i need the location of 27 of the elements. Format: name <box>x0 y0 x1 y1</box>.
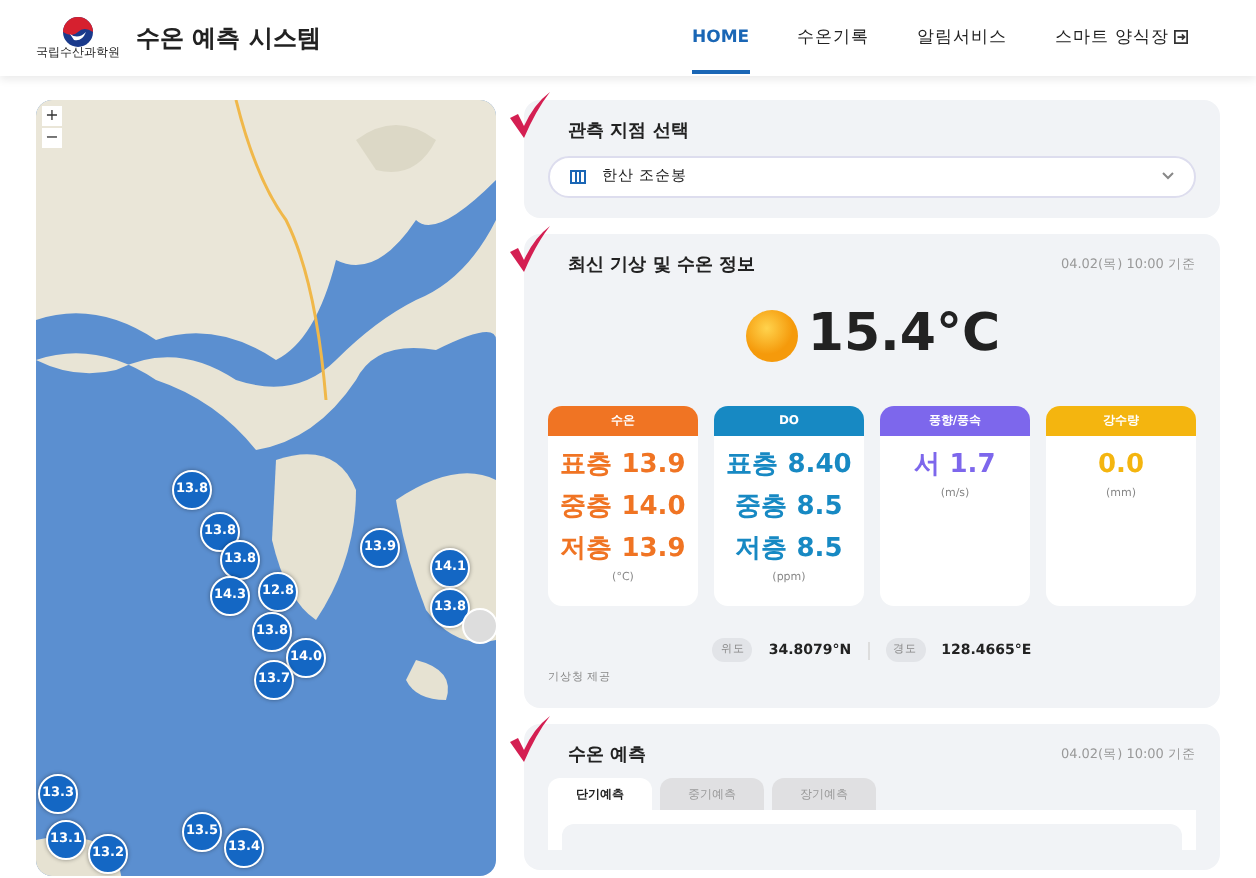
reading-value: 저층 8.5 <box>733 532 845 568</box>
reading-value: 중층 14.0 <box>558 490 688 526</box>
checkmark-icon <box>508 715 552 763</box>
app-title: 수온 예측 시스템 <box>136 22 321 56</box>
panel-title: 관측 지점 선택 <box>566 120 691 146</box>
nav-link[interactable]: HOME <box>691 1 750 75</box>
zoom-in-button[interactable]: + <box>42 106 62 126</box>
reading-value: 표층 13.9 <box>558 448 688 484</box>
reading-value: 중층 8.5 <box>733 490 845 526</box>
zoom-out-button[interactable]: − <box>42 128 62 148</box>
chevron-down-icon <box>1162 172 1174 180</box>
sun-icon <box>743 307 800 363</box>
reading-value: 저층 13.9 <box>558 532 688 568</box>
temperature-value: 15.4°C <box>807 302 1001 368</box>
reading-value: 표층 8.40 <box>724 448 854 484</box>
location-button[interactable] <box>462 608 496 644</box>
nav-link[interactable]: 스마트 양식장 <box>1055 1 1188 75</box>
nav-link[interactable]: 알림서비스 <box>917 1 1008 75</box>
panel-title: 최신 기상 및 수온 정보 <box>566 253 756 279</box>
reading-value: 서 1.7 <box>912 448 998 484</box>
reading-value: 0.0 <box>1095 448 1147 484</box>
panel-title: 수온 예측 <box>566 743 647 769</box>
checkmark-icon <box>508 92 552 140</box>
map-icon <box>570 169 586 183</box>
logo-icon <box>62 16 94 48</box>
nav-link[interactable]: 수온기록 <box>797 1 870 75</box>
checkmark-icon <box>508 225 552 273</box>
